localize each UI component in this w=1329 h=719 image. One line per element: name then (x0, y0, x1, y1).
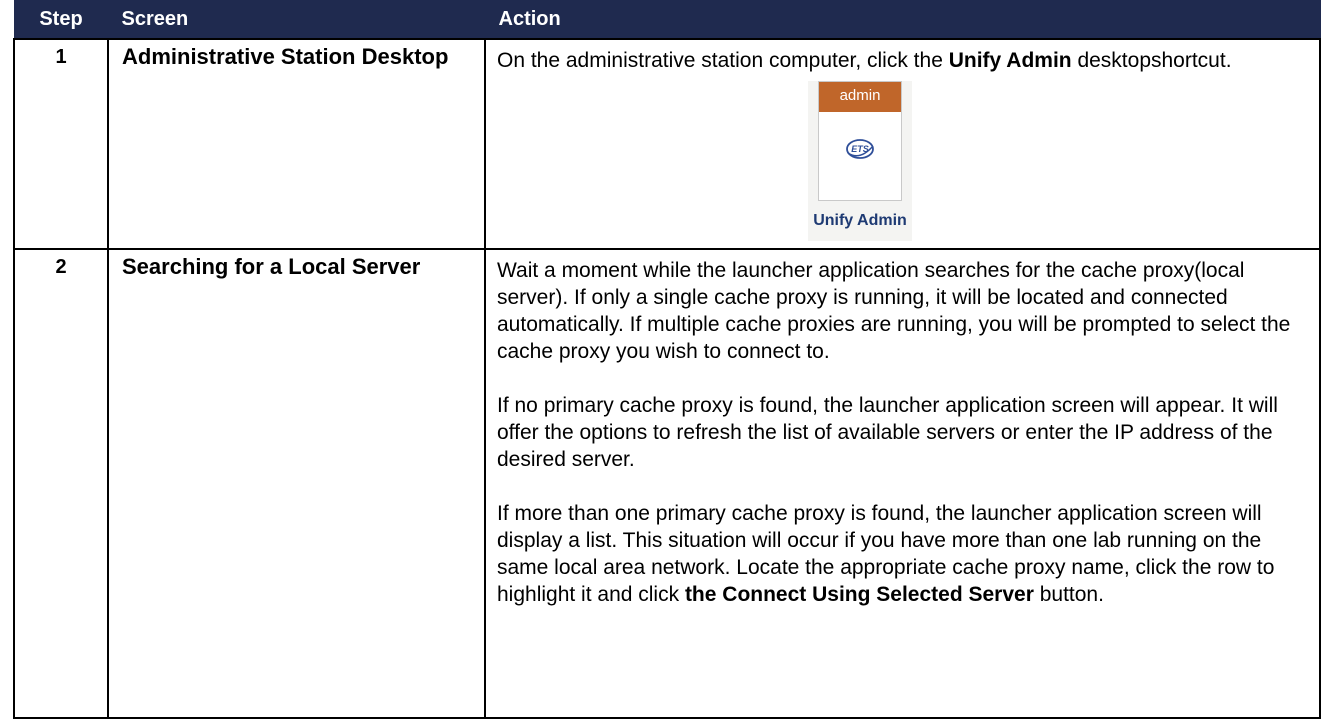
action-paragraph: If no primary cache proxy is found, the … (497, 394, 1278, 471)
ets-logo-icon: ETS (846, 139, 874, 159)
table-row: 2 Searching for a Local Server Wait a mo… (13, 248, 1321, 719)
step-number: 1 (13, 38, 109, 250)
shortcut-tile-header: admin (819, 82, 901, 112)
shortcut-tile: admin ETS (818, 81, 902, 201)
unify-admin-shortcut-icon[interactable]: admin ETS Unify Admin (808, 81, 912, 241)
table-row: 1 Administrative Station Desktop On the … (13, 38, 1321, 250)
connect-button-reference: the Connect Using Selected Server (684, 583, 1034, 606)
screen-name: Administrative Station Desktop (107, 38, 486, 250)
screen-name: Searching for a Local Server (107, 248, 486, 719)
action-paragraph: Wait a moment while the launcher applica… (497, 259, 1291, 363)
action-paragraph: If more than one primary cache proxy is … (497, 502, 1275, 606)
steps-table: Step Screen Action 1 Administrative Stat… (13, 0, 1321, 719)
unify-admin-bold: Unify Admin (948, 49, 1072, 72)
action-cell: Wait a moment while the launcher applica… (484, 248, 1321, 719)
ets-logo-text: ETS (851, 144, 869, 154)
header-step: Step (13, 0, 109, 40)
header-action: Action (484, 0, 1321, 40)
shortcut-label: Unify Admin (813, 212, 907, 229)
action-text: On the administrative station computer, … (497, 49, 1232, 72)
table-header-row: Step Screen Action (13, 0, 1321, 40)
header-screen: Screen (107, 0, 486, 40)
action-cell: On the administrative station computer, … (484, 38, 1321, 250)
step-number: 2 (13, 248, 109, 719)
